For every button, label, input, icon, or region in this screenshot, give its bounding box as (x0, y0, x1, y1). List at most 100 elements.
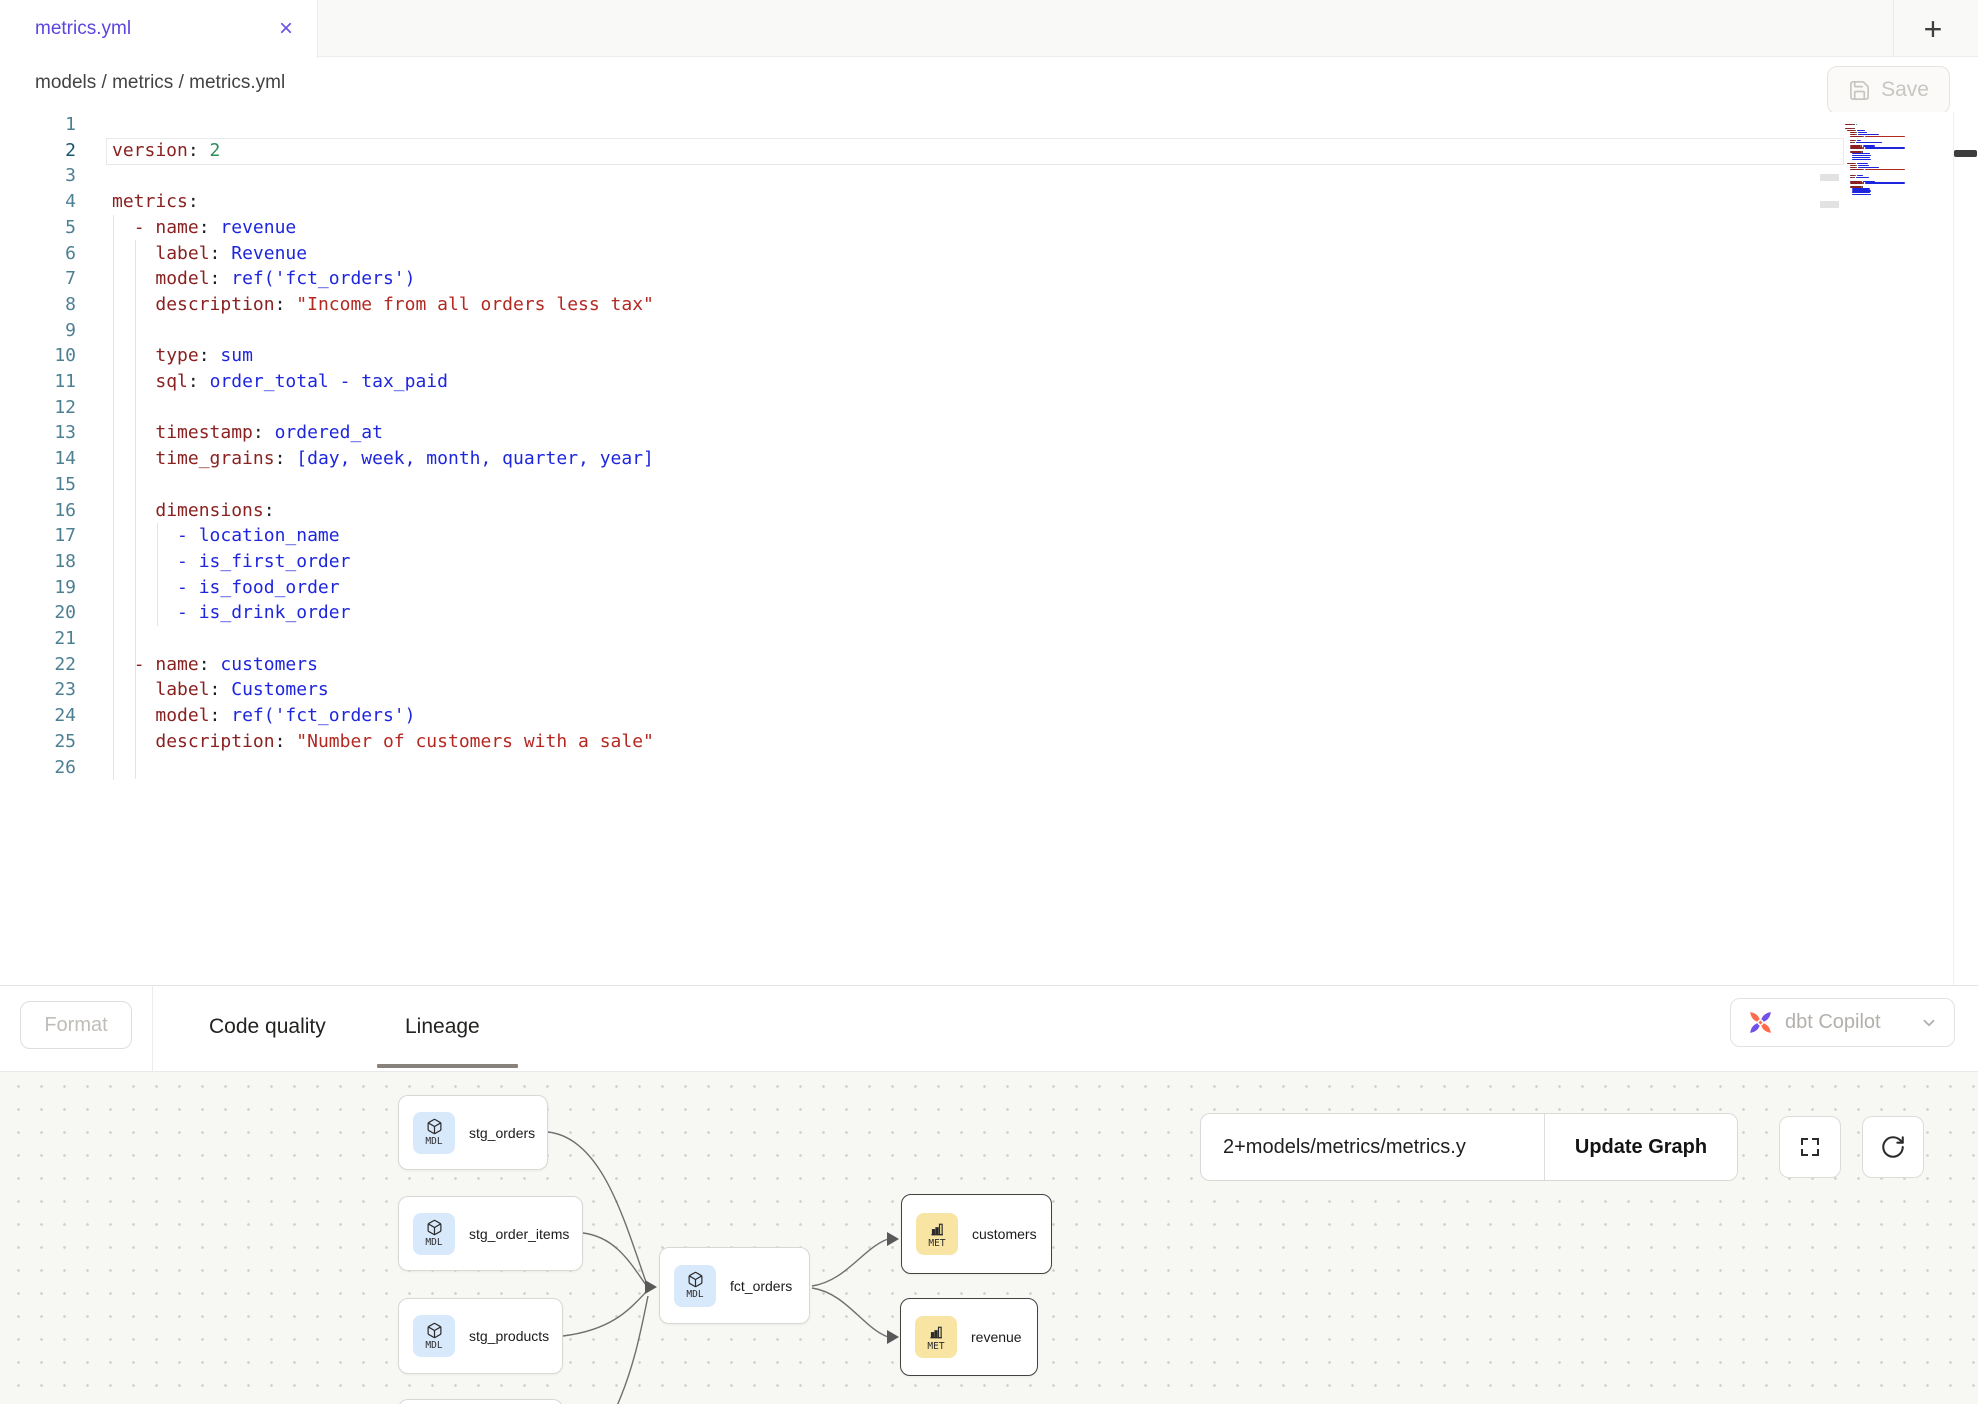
format-button[interactable]: Format (20, 1001, 132, 1049)
toolbar-divider (152, 986, 153, 1072)
code-text: timestamp: ordered_at (112, 420, 383, 446)
breadcrumb: models / metrics / metrics.yml (35, 72, 285, 94)
graph-node-stg-orders[interactable]: MDL stg_orders (398, 1095, 548, 1170)
line-number: 21 (0, 626, 76, 652)
code-text: label: Revenue (112, 241, 307, 267)
code-line[interactable]: 6 label: Revenue (0, 241, 1840, 267)
line-number: 8 (0, 292, 76, 318)
code-text: - location_name (112, 523, 340, 549)
code-text: dimensions: (112, 498, 275, 524)
minimap[interactable] (1845, 122, 1951, 322)
fullscreen-button[interactable] (1779, 1116, 1841, 1178)
code-text: time_grains: [day, week, month, quarter,… (112, 446, 654, 472)
graph-node-partial[interactable] (398, 1399, 563, 1404)
code-line[interactable]: 9 (0, 318, 1840, 344)
line-number: 16 (0, 498, 76, 524)
line-number: 5 (0, 215, 76, 241)
line-number: 2 (0, 138, 76, 164)
line-number: 18 (0, 549, 76, 575)
lineage-canvas[interactable]: MDL stg_orders MDL stg_order_items MDL s… (0, 1071, 1978, 1404)
model-badge: MDL (413, 1315, 455, 1357)
code-text: version: 2 (112, 138, 220, 164)
code-line[interactable]: 14 time_grains: [day, week, month, quart… (0, 446, 1840, 472)
code-line[interactable]: 7 model: ref('fct_orders') (0, 266, 1840, 292)
line-number: 20 (0, 600, 76, 626)
scrollbar-track (1953, 112, 1954, 985)
line-number: 22 (0, 652, 76, 678)
line-number: 1 (0, 112, 76, 138)
close-icon[interactable]: × (279, 17, 293, 41)
code-text: - is_drink_order (112, 600, 350, 626)
code-line[interactable]: 2 version: 2 (0, 138, 1840, 164)
scrollbar-marker[interactable] (1954, 150, 1977, 157)
code-line[interactable]: 26 (0, 755, 1840, 781)
code-line[interactable]: 17 - location_name (0, 523, 1840, 549)
code-line[interactable]: 8 description: "Income from all orders l… (0, 292, 1840, 318)
code-line[interactable]: 20 - is_drink_order (0, 600, 1840, 626)
graph-node-stg-products[interactable]: MDL stg_products (398, 1298, 563, 1374)
code-text: - name: revenue (112, 215, 296, 241)
graph-node-stg-order-items[interactable]: MDL stg_order_items (398, 1196, 583, 1271)
app-window: + metrics.yml × models / metrics / metri… (0, 0, 1978, 1404)
code-line[interactable]: 4metrics: (0, 189, 1840, 215)
update-graph-button[interactable]: Update Graph (1544, 1114, 1737, 1180)
metric-badge: MET (916, 1213, 958, 1255)
lineage-controls: Update Graph (1200, 1113, 1738, 1181)
code-line[interactable]: 23 label: Customers (0, 677, 1840, 703)
code-line[interactable]: 11 sql: order_total - tax_paid (0, 369, 1840, 395)
active-tab-underline (377, 1064, 518, 1068)
line-number: 24 (0, 703, 76, 729)
cube-icon (687, 1271, 704, 1288)
refresh-button[interactable] (1862, 1116, 1924, 1178)
graph-node-revenue[interactable]: MET revenue (900, 1298, 1038, 1376)
code-text: - is_first_order (112, 549, 350, 575)
code-line[interactable]: 18 - is_first_order (0, 549, 1840, 575)
bar-chart-icon (928, 1323, 945, 1340)
code-line[interactable]: 10 type: sum (0, 343, 1840, 369)
line-number: 7 (0, 266, 76, 292)
model-badge: MDL (674, 1265, 716, 1307)
code-line[interactable]: 13 timestamp: ordered_at (0, 420, 1840, 446)
dbt-copilot-button[interactable]: dbt Copilot (1730, 998, 1955, 1047)
code-line[interactable]: 22 - name: customers (0, 652, 1840, 678)
code-text: metrics: (112, 189, 199, 215)
bottom-toolbar: Format Code quality Lineage dbt Copilot (0, 985, 1978, 1071)
breadcrumb-row: models / metrics / metrics.yml (0, 58, 1978, 112)
code-line[interactable]: 24 model: ref('fct_orders') (0, 703, 1840, 729)
save-icon (1848, 79, 1871, 102)
code-text: type: sum (112, 343, 253, 369)
code-text: description: "Income from all orders les… (112, 292, 654, 318)
line-number: 13 (0, 420, 76, 446)
tab-metrics-yml[interactable]: metrics.yml × (0, 0, 318, 58)
code-line[interactable]: 12 (0, 395, 1840, 421)
metric-badge: MET (915, 1316, 957, 1358)
code-line[interactable]: 16 dimensions: (0, 498, 1840, 524)
tab-code-quality[interactable]: Code quality (209, 986, 326, 1068)
graph-node-customers[interactable]: MET customers (901, 1194, 1052, 1274)
new-tab-button[interactable]: + (1903, 4, 1963, 54)
code-line[interactable]: 5 - name: revenue (0, 215, 1840, 241)
lineage-search-input[interactable] (1201, 1114, 1544, 1180)
line-number: 12 (0, 395, 76, 421)
code-line[interactable]: 3 (0, 163, 1840, 189)
save-button[interactable]: Save (1827, 66, 1950, 114)
code-text: label: Customers (112, 677, 329, 703)
code-text: description: "Number of customers with a… (112, 729, 654, 755)
code-text: sql: order_total - tax_paid (112, 369, 448, 395)
cube-icon (426, 1219, 443, 1236)
code-line[interactable]: 25 description: "Number of customers wit… (0, 729, 1840, 755)
code-editor[interactable]: 12version: 234metrics:5 - name: revenue6… (0, 112, 1978, 985)
line-number: 17 (0, 523, 76, 549)
tab-lineage[interactable]: Lineage (405, 986, 480, 1068)
bar-chart-icon (929, 1220, 946, 1237)
code-text: model: ref('fct_orders') (112, 266, 415, 292)
code-line[interactable]: 15 (0, 472, 1840, 498)
line-number: 6 (0, 241, 76, 267)
graph-node-fct-orders[interactable]: MDL fct_orders (659, 1247, 810, 1324)
line-number: 25 (0, 729, 76, 755)
tab-bar: + metrics.yml × (0, 0, 1978, 57)
code-line[interactable]: 21 (0, 626, 1840, 652)
code-line[interactable]: 19 - is_food_order (0, 575, 1840, 601)
code-line[interactable]: 1 (0, 112, 1840, 138)
dbt-logo-icon (1747, 1009, 1774, 1036)
